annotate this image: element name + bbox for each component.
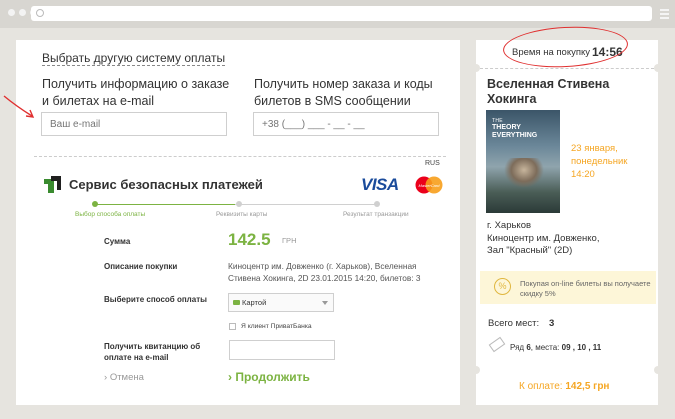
session-time: 14:20 bbox=[571, 169, 595, 180]
privatbank-logo-icon bbox=[43, 175, 62, 194]
seat-details: Ряд 6, места: 09 , 10 , 11 bbox=[510, 343, 601, 352]
sms-section-title: Получить номер заказа и коды билетов в S… bbox=[254, 77, 433, 108]
step-label-2: Реквизиты карты bbox=[216, 211, 268, 218]
step-label-1: Выбор способа оплаты bbox=[75, 211, 146, 218]
secure-payments-title: Сервис безопасных платежей bbox=[69, 177, 263, 192]
percent-icon: % bbox=[494, 278, 511, 295]
amount-value: 142.5 bbox=[228, 230, 271, 249]
email-field[interactable] bbox=[41, 112, 227, 136]
pay-value: 142,5 грн bbox=[565, 381, 610, 392]
receipt-label: Получить квитанцию об оплате на e-mail bbox=[104, 342, 201, 362]
phone-field[interactable] bbox=[253, 112, 439, 136]
mastercard-text: MasterCard bbox=[419, 183, 441, 188]
payment-method-value: Картой bbox=[242, 298, 267, 307]
total-seats-label: Всего мест: bbox=[488, 318, 540, 329]
step-label-3: Результат транзакции bbox=[343, 211, 409, 218]
continue-label: Продолжить bbox=[235, 370, 310, 384]
section-divider bbox=[34, 156, 446, 157]
chevron-down-icon bbox=[322, 301, 328, 305]
window-dot-icon[interactable] bbox=[8, 9, 15, 16]
search-icon bbox=[36, 9, 44, 17]
address-bar[interactable] bbox=[31, 6, 652, 21]
step-dot-2 bbox=[236, 201, 242, 207]
venue-info: г. Харьков Киноцентр им. Довженко, Зал "… bbox=[487, 220, 653, 258]
payment-method-select[interactable]: Картой bbox=[228, 293, 334, 312]
privatbank-client-label: Я клиент ПриватБанка bbox=[241, 323, 312, 330]
session-date: 23 января, понедельник 14:20 bbox=[571, 142, 655, 181]
pay-label: К оплате: bbox=[519, 381, 563, 392]
cancel-button[interactable]: › Отмена bbox=[104, 372, 144, 383]
amount-to-pay: К оплате: 142,5 грн bbox=[519, 381, 609, 392]
poster-text: THEORY bbox=[492, 124, 521, 131]
seats-value: 09 , 10 , 11 bbox=[561, 343, 602, 352]
ticket-notch bbox=[472, 366, 480, 374]
language-switch[interactable]: RUS bbox=[425, 160, 440, 167]
poster-text: EVERYTHING bbox=[492, 132, 538, 139]
window-dot-icon[interactable] bbox=[19, 9, 26, 16]
session-date-weekday: понедельник bbox=[571, 156, 628, 167]
description-label: Описание покупки bbox=[104, 262, 178, 271]
cancel-label: Отмена bbox=[109, 372, 144, 383]
mastercard-logo: MasterCard bbox=[415, 176, 443, 194]
ticket-notch bbox=[654, 64, 662, 72]
hamburger-menu-icon[interactable] bbox=[660, 9, 669, 21]
film-title: Вселенная Стивена Хокинга bbox=[487, 77, 610, 106]
privatbank-client-checkbox[interactable] bbox=[229, 323, 236, 330]
ticket-notch bbox=[654, 366, 662, 374]
poster-figure bbox=[504, 158, 544, 188]
venue-name: Киноцентр им. Довженко, bbox=[487, 232, 600, 244]
payment-method-label: Выберите способ оплаты bbox=[104, 295, 207, 304]
film-poster: THE THEORY EVERYTHING bbox=[486, 110, 560, 213]
sum-label: Сумма bbox=[104, 237, 131, 246]
hint-arrow-icon bbox=[3, 95, 35, 118]
row-label: Ряд bbox=[510, 343, 525, 352]
currency-label: ГРН bbox=[282, 236, 297, 245]
receipt-email-field[interactable] bbox=[229, 340, 335, 360]
continue-button[interactable]: › Продолжить bbox=[228, 370, 310, 384]
ticket-notch bbox=[472, 64, 480, 72]
step-dot-1 bbox=[92, 201, 98, 207]
step-dot-3 bbox=[374, 201, 380, 207]
discount-text: Покупая on-line билеты вы получаете скид… bbox=[520, 279, 651, 298]
total-seats-value: 3 bbox=[549, 318, 555, 329]
visa-logo: VISA bbox=[361, 175, 399, 194]
email-section-title: Получить информацию о заказе и билетах н… bbox=[42, 77, 230, 108]
choose-other-payment-link[interactable]: Выбрать другую систему оплаты bbox=[42, 51, 226, 66]
description-value: Киноцентр им. Довженко (г. Харьков), Все… bbox=[228, 261, 421, 283]
browser-toolbar bbox=[0, 0, 675, 28]
venue-city: г. Харьков bbox=[487, 220, 532, 231]
sidebar-divider bbox=[480, 68, 654, 69]
card-icon bbox=[233, 300, 240, 305]
seats-label: , места: bbox=[530, 343, 560, 352]
session-date-day: 23 января, bbox=[571, 143, 618, 154]
venue-hall: Зал "Красный" (2D) bbox=[487, 245, 573, 256]
steps-progress bbox=[95, 204, 235, 205]
